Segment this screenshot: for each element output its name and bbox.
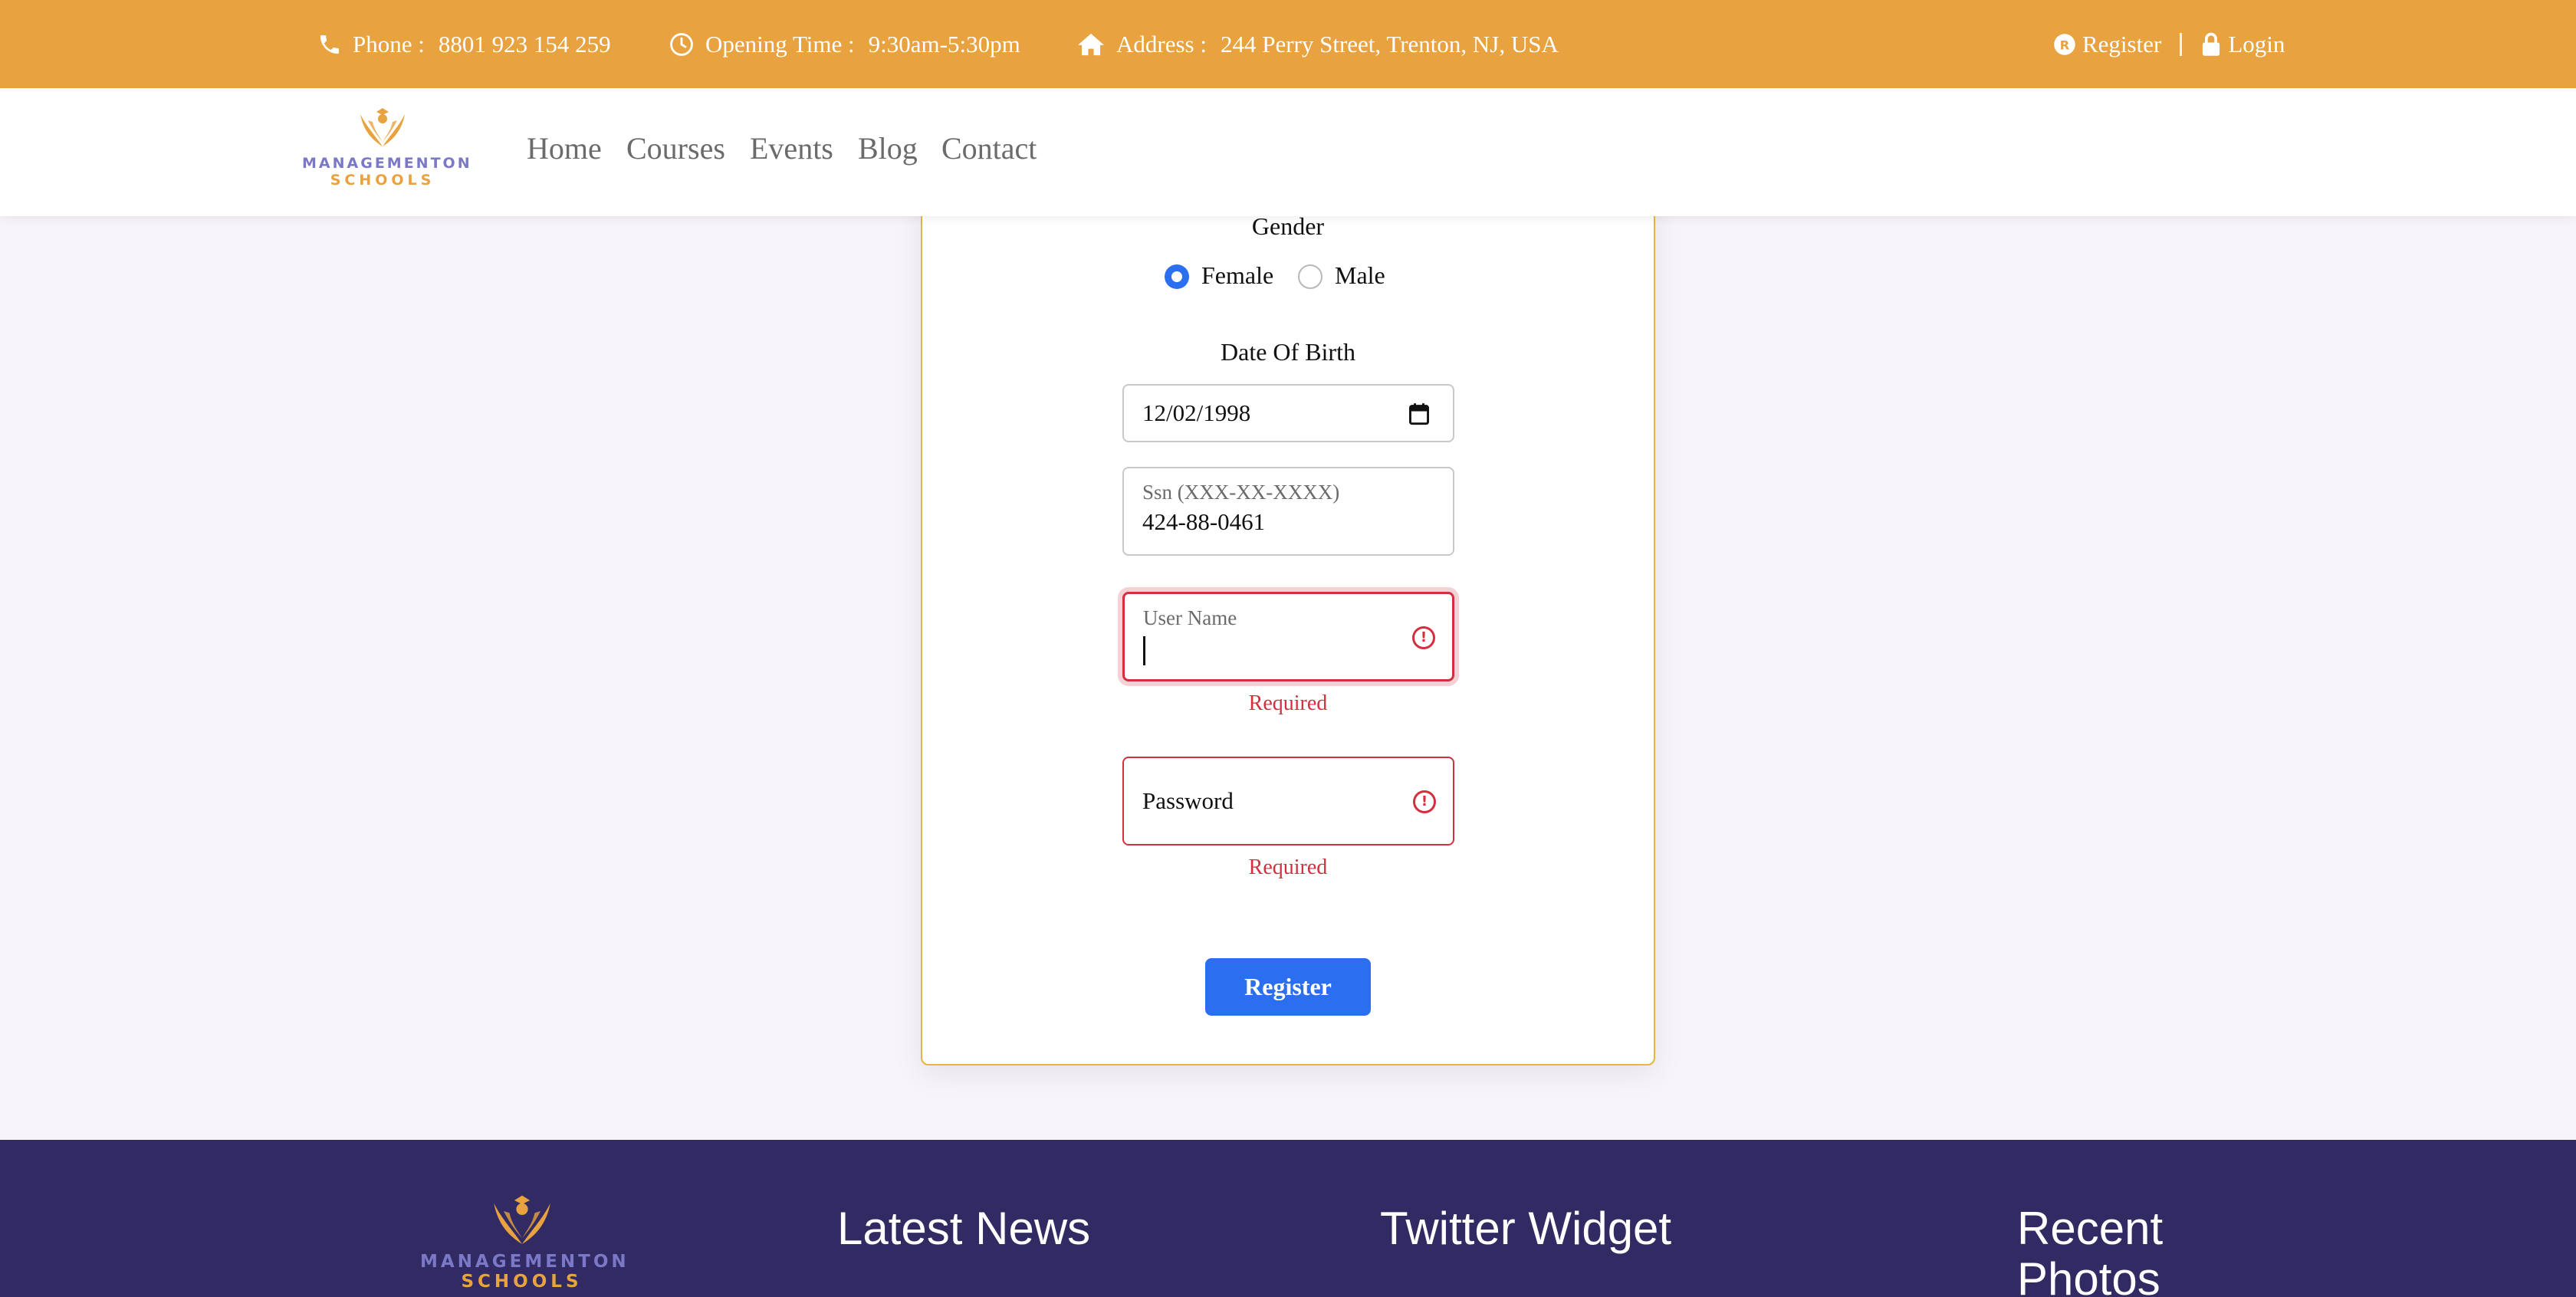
address-info: Address : 244 Perry Street, Trenton, NJ,…: [1076, 0, 1559, 88]
footer-brand-line2: SCHOOLS: [461, 1272, 583, 1292]
ssn-value: 424-88-0461: [1142, 508, 1266, 535]
account-links: R Register Login: [2053, 0, 2285, 88]
login-link-label: Login: [2228, 30, 2285, 57]
error-icon: !: [1412, 626, 1435, 649]
dob-input[interactable]: 12/02/1998: [1122, 384, 1454, 442]
register-icon: R: [2053, 33, 2076, 56]
nav-events[interactable]: Events: [750, 130, 833, 166]
gender-male-radio[interactable]: [1298, 264, 1322, 289]
divider: [2180, 32, 2183, 56]
brand-line1: MANAGEMENTON: [302, 155, 472, 172]
gender-label: Gender: [1251, 212, 1325, 240]
password-placeholder: Password: [1142, 787, 1234, 814]
gender-female-label: Female: [1201, 261, 1274, 289]
address-value: 244 Perry Street, Trenton, NJ, USA: [1220, 30, 1559, 57]
top-info-bar: Phone : 8801 923 154 259 Opening Time : …: [0, 0, 2576, 88]
phone-icon: [317, 32, 342, 57]
footer-brand-line1: MANAGEMENTON: [420, 1252, 629, 1272]
username-error: Required: [1248, 691, 1328, 715]
nav-contact[interactable]: Contact: [941, 130, 1037, 166]
dob-value: 12/02/1998: [1142, 399, 1251, 426]
brand-logo[interactable]: MANAGEMENTON SCHOOLS: [302, 103, 472, 203]
logo-emblem-icon: [493, 1195, 550, 1244]
svg-text:R: R: [2060, 38, 2070, 52]
register-link[interactable]: R Register: [2053, 31, 2161, 58]
dob-label: Date Of Birth: [1221, 338, 1355, 366]
phone-info: Phone : 8801 923 154 259: [317, 0, 611, 88]
opening-value: 9:30am-5:30pm: [868, 30, 1020, 57]
phone-label: Phone :: [353, 30, 425, 57]
opening-time-info: Opening Time : 9:30am-5:30pm: [669, 0, 1020, 88]
ssn-input[interactable]: Ssn (XXX-XX-XXXX) 424-88-0461: [1122, 467, 1454, 556]
opening-label: Opening Time :: [705, 30, 855, 57]
nav-blog[interactable]: Blog: [858, 130, 918, 166]
brand-line2: SCHOOLS: [330, 172, 435, 189]
gender-female-radio[interactable]: [1165, 264, 1189, 289]
register-link-label: Register: [2082, 30, 2162, 57]
footer-heading-recent-photos: Recent Photos: [2017, 1203, 2164, 1297]
password-error: Required: [1248, 855, 1328, 879]
footer-heading-latest-news: Latest News: [837, 1203, 1091, 1254]
calendar-icon[interactable]: [1408, 402, 1430, 429]
main-navbar: MANAGEMENTON SCHOOLS: [0, 88, 2576, 216]
gender-male-label: Male: [1335, 261, 1385, 289]
clock-icon: [669, 31, 695, 57]
password-input[interactable]: Password !: [1122, 757, 1454, 846]
home-icon: [1076, 31, 1106, 57]
register-submit-button[interactable]: Register: [1205, 958, 1371, 1016]
text-caret: [1143, 636, 1145, 665]
nav-courses[interactable]: Courses: [626, 130, 725, 166]
login-link[interactable]: Login: [2200, 31, 2285, 58]
logo-emblem-icon: [360, 108, 405, 146]
address-label: Address :: [1116, 30, 1207, 57]
footer-brand-logo[interactable]: MANAGEMENTON SCHOOLS: [420, 1190, 629, 1292]
username-label: User Name: [1143, 606, 1237, 629]
ssn-label: Ssn (XXX-XX-XXXX): [1142, 481, 1340, 504]
footer-heading-twitter-widget: Twitter Widget: [1380, 1203, 1672, 1254]
phone-value: 8801 923 154 259: [438, 30, 611, 57]
lock-icon: [2200, 32, 2222, 57]
username-input[interactable]: User Name !: [1122, 592, 1454, 681]
nav-home[interactable]: Home: [527, 130, 602, 166]
error-icon: !: [1413, 790, 1436, 813]
